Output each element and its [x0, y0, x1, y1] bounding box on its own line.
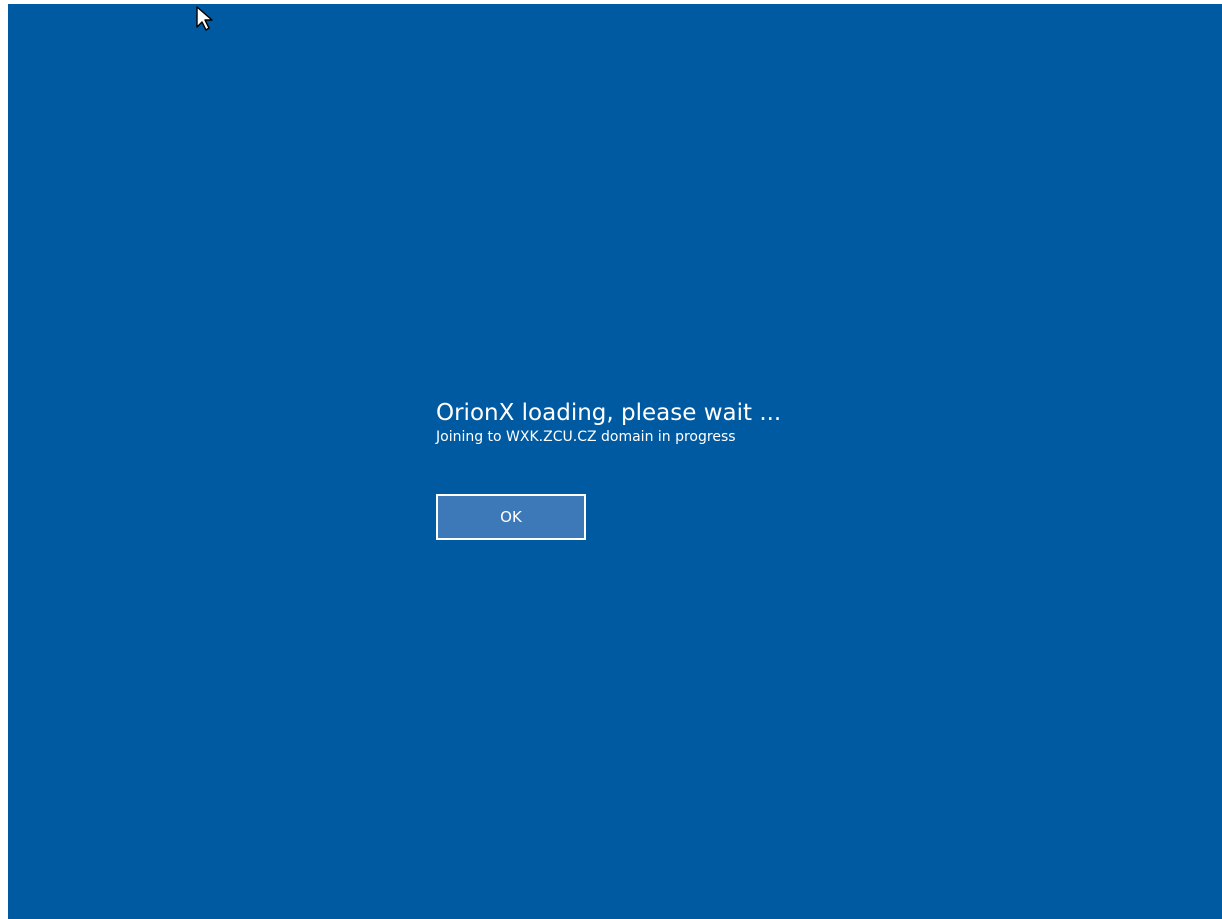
- ok-button[interactable]: OK: [436, 494, 586, 540]
- loading-status-text: Joining to WXK.ZCU.CZ domain in progress: [436, 429, 736, 445]
- arrow-cursor-icon: [196, 6, 213, 31]
- loading-message: OrionX loading, please wait ... Joining …: [436, 398, 856, 446]
- loading-title: OrionX loading, please wait ...: [436, 400, 782, 426]
- loading-screen: OrionX loading, please wait ... Joining …: [8, 4, 1222, 919]
